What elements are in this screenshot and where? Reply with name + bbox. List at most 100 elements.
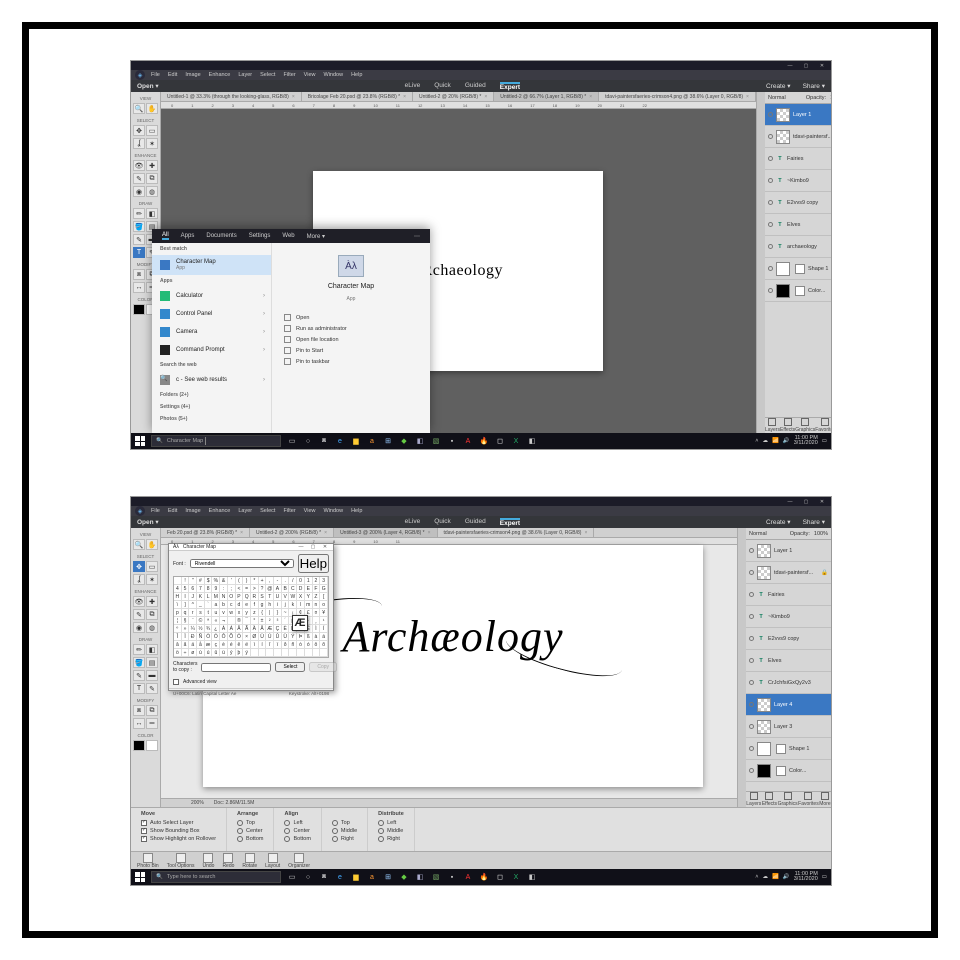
action-pin-start[interactable]: Pin to Start	[284, 347, 422, 354]
taskbar-search[interactable]: 🔍 Character Map	[151, 435, 281, 447]
font-select[interactable]: Rivendell	[190, 559, 294, 568]
open-button[interactable]: Open ▾	[137, 518, 159, 526]
menu-layer[interactable]: Layer	[238, 72, 252, 78]
doc-tab[interactable]: Untitled-2 @ 20% (RGB/8) *×	[413, 92, 494, 101]
eraser-tool[interactable]: ◧	[146, 208, 158, 219]
explorer-icon[interactable]: ▆	[351, 436, 361, 446]
photos-header[interactable]: Photos (5+)	[152, 413, 271, 425]
search-tab-documents[interactable]: Documents	[206, 233, 236, 239]
close-icon[interactable]: ×	[589, 94, 592, 100]
layer-row[interactable]: Layer 1	[765, 104, 831, 126]
zoom-tool[interactable]: 🔍	[133, 539, 145, 550]
menu-file[interactable]: File	[151, 508, 160, 514]
menu-help[interactable]: Help	[351, 72, 362, 78]
move-tool[interactable]: ✥	[133, 561, 145, 572]
create-button[interactable]: Create ▾	[766, 82, 791, 90]
smart-brush-tool[interactable]: ✎	[133, 173, 145, 184]
start-button[interactable]	[135, 436, 145, 446]
action-pin-taskbar[interactable]: Pin to taskbar	[284, 358, 422, 365]
adobe-icon[interactable]: A	[463, 872, 473, 882]
app-icon[interactable]: ▧	[431, 436, 441, 446]
close-button[interactable]: ✕	[817, 63, 827, 69]
layer-row[interactable]: tdavi-paintersf...🔒	[746, 562, 831, 584]
layer-row[interactable]: TElves	[746, 650, 831, 672]
layer-row[interactable]: T~Kimbo9	[765, 170, 831, 192]
firefox-icon[interactable]: 🔥	[479, 436, 489, 446]
visibility-toggle[interactable]	[749, 548, 754, 553]
layer-row[interactable]: Color...	[765, 280, 831, 302]
panel-collapse-strip[interactable]	[757, 92, 765, 433]
firefox-icon[interactable]: 🔥	[479, 872, 489, 882]
help-button[interactable]: Help	[298, 554, 329, 573]
layer-row[interactable]: Layer 3	[746, 716, 831, 738]
create-button[interactable]: Create ▾	[766, 518, 791, 526]
type-tool[interactable]: T	[133, 247, 145, 258]
store-icon[interactable]: ⊞	[383, 872, 393, 882]
visibility-toggle[interactable]	[749, 614, 754, 619]
layer-row[interactable]: Shape 1	[746, 738, 831, 760]
tray-wifi-icon[interactable]: 📶	[772, 438, 779, 444]
taskbar-search[interactable]: 🔍 Type here to search	[151, 871, 281, 883]
select-button[interactable]: Select	[275, 662, 305, 672]
visibility-toggle[interactable]	[768, 112, 773, 117]
layout-button[interactable]: Layout	[265, 853, 280, 869]
maximize-button[interactable]: ▢	[309, 544, 317, 550]
fg-color-swatch[interactable]	[133, 304, 145, 315]
app-icon[interactable]: ◻	[495, 436, 505, 446]
spot-heal-tool[interactable]: ✚	[146, 160, 158, 171]
visibility-toggle[interactable]	[749, 570, 754, 575]
task-view-icon[interactable]: ▭	[287, 872, 297, 882]
doc-tab[interactable]: tdavi-paintersfaeries-crimson4.png @ 38.…	[438, 528, 595, 537]
panel-tab-favorites[interactable]: Favorites	[798, 792, 819, 807]
close-icon[interactable]: ×	[292, 94, 295, 100]
app-result-control-panel[interactable]: Control Panel›	[152, 305, 271, 323]
mode-guided[interactable]: Guided	[465, 518, 486, 527]
undo-button[interactable]: Undo	[202, 853, 214, 869]
cortana-icon[interactable]: ○	[303, 436, 313, 446]
panel-tab-more[interactable]: More	[819, 792, 830, 807]
edge-icon[interactable]: e	[335, 872, 345, 882]
layer-row[interactable]: TE2vvs9 copy	[765, 192, 831, 214]
amazon-icon[interactable]: a	[367, 872, 377, 882]
maximize-button[interactable]: ▢	[801, 63, 811, 69]
opacity-value[interactable]: 100%	[814, 531, 828, 537]
visibility-toggle[interactable]	[749, 746, 754, 751]
menu-enhance[interactable]: Enhance	[209, 508, 231, 514]
character-grid[interactable]: Æ !"#$%&'()*+,-./0123456789:;<=>?@ABCDEF…	[173, 576, 329, 658]
visibility-toggle[interactable]	[749, 702, 754, 707]
panel-tab-favorites[interactable]: Favorites	[815, 418, 831, 433]
hand-tool[interactable]: ✋	[146, 539, 158, 550]
menu-file[interactable]: File	[151, 72, 160, 78]
search-feedback-icon[interactable]: ⋯	[414, 233, 420, 240]
sponge-tool[interactable]: ◍	[146, 186, 158, 197]
mode-quick[interactable]: Quick	[434, 82, 451, 91]
blend-mode-select[interactable]: Normal	[768, 95, 786, 101]
excel-icon[interactable]: X	[511, 872, 521, 882]
share-button[interactable]: Share ▾	[803, 82, 825, 90]
doc-tab[interactable]: Untitled-1 @ 33.3% (through the looking-…	[161, 92, 302, 101]
visibility-toggle[interactable]	[749, 680, 754, 685]
quick-select-tool[interactable]: ✶	[146, 138, 158, 149]
visibility-toggle[interactable]	[749, 658, 754, 663]
notifications-icon[interactable]: ▭	[822, 438, 827, 444]
canvas-area[interactable]: Archæology Àλ Character Map — ▢ ✕	[161, 545, 737, 798]
maximize-button[interactable]: ▢	[801, 499, 811, 505]
doc-tab[interactable]: tdavi-paintersfaeries-crimson4.png @ 38.…	[599, 92, 756, 101]
store-icon[interactable]: ⊞	[383, 436, 393, 446]
menu-window[interactable]: Window	[324, 72, 344, 78]
menu-layer[interactable]: Layer	[238, 508, 252, 514]
marquee-tool[interactable]: ▭	[146, 125, 158, 136]
taskbar-clock[interactable]: 11:00 PM3/11/2020	[794, 872, 818, 883]
tray-up-icon[interactable]: ˄	[755, 874, 758, 880]
menu-view[interactable]: View	[304, 508, 316, 514]
blur-tool[interactable]: ◉	[133, 186, 145, 197]
redo-button[interactable]: Redo	[222, 853, 234, 869]
mode-elive[interactable]: eLive	[405, 82, 421, 91]
menu-filter[interactable]: Filter	[283, 508, 295, 514]
menu-edit[interactable]: Edit	[168, 508, 177, 514]
panel-tab-graphics[interactable]: Graphics	[795, 418, 815, 433]
mode-expert[interactable]: Expert	[500, 518, 520, 527]
mode-quick[interactable]: Quick	[434, 518, 451, 527]
visibility-toggle[interactable]	[768, 288, 773, 293]
layer-row[interactable]: TFairies	[765, 148, 831, 170]
